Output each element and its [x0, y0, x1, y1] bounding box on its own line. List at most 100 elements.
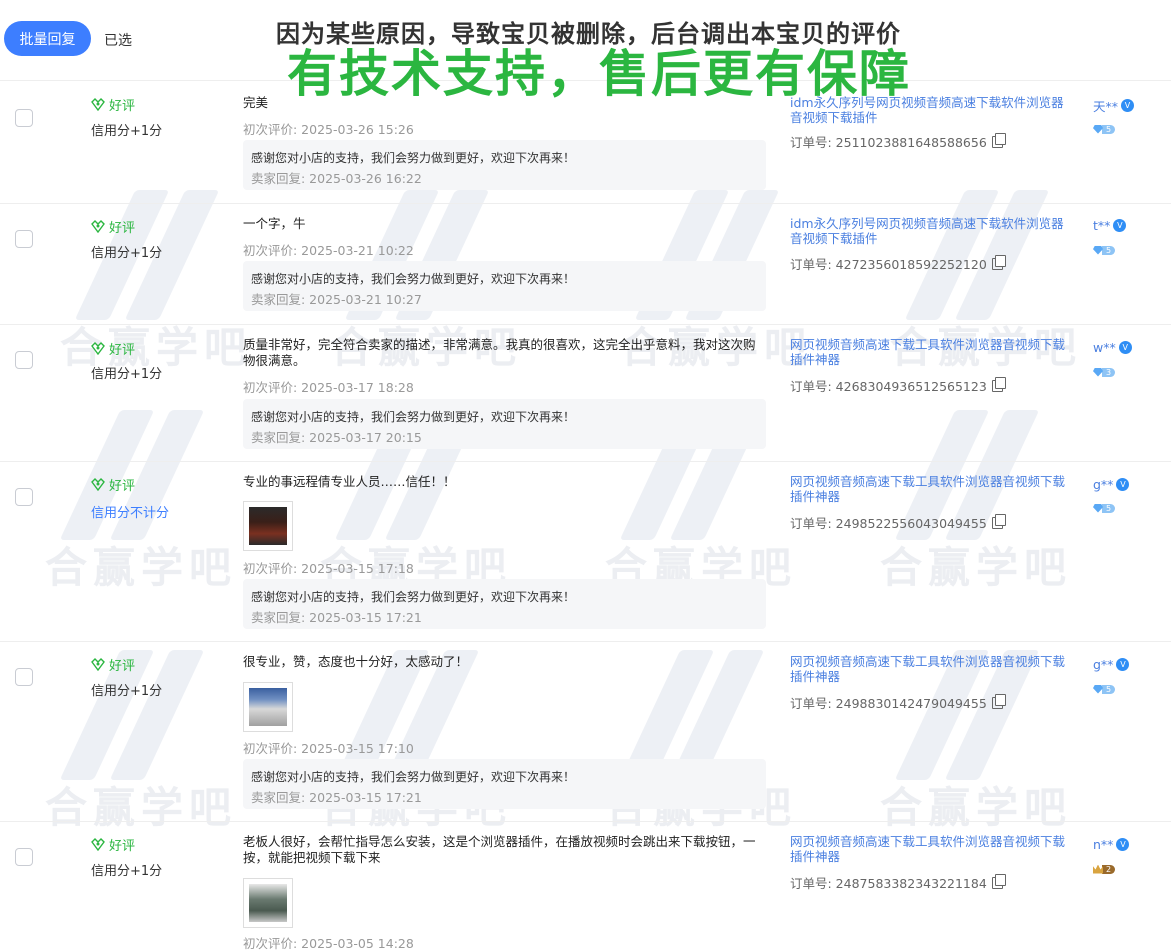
buyer-name[interactable]: 天** V: [1093, 96, 1135, 115]
buyer-level-badge: 5: [1093, 245, 1116, 255]
row-checkbox[interactable]: [15, 488, 33, 506]
buyer-name[interactable]: n** V: [1093, 837, 1130, 852]
product-link[interactable]: idm永久序列号网页视频音频高速下载软件浏览器音视频下载插件: [790, 216, 1072, 246]
order-number: 订单号: 4268304936512565123: [790, 376, 1006, 395]
order-number: 订单号: 2498522556043049455: [790, 513, 1006, 532]
copy-icon[interactable]: [991, 254, 1006, 270]
review-content: 很专业，赞，态度也十分好，太感动了！: [243, 654, 469, 669]
buyer-name-text: g**: [1093, 477, 1114, 492]
reply-time: 卖家回复: 2025-03-26 16:22: [251, 171, 422, 186]
vip-icon: V: [1121, 99, 1135, 112]
row-checkbox[interactable]: [15, 668, 33, 686]
first-review-time: 初次评价: 2025-03-05 14:28: [243, 936, 414, 951]
good-rating-icon: [91, 220, 105, 233]
good-rating-icon: [91, 658, 105, 671]
credit-score: 信用分+1分: [91, 124, 163, 139]
order-number: 订单号: 2498830142479049455: [790, 693, 1006, 712]
review-row: 好评 信用分+1分 一个字，牛 初次评价: 2025-03-21 10:22 感…: [0, 203, 1171, 325]
buyer-name[interactable]: g** V: [1093, 477, 1130, 492]
first-review-time: 初次评价: 2025-03-21 10:22: [243, 243, 414, 258]
copy-icon[interactable]: [991, 376, 1006, 392]
reply-time: 卖家回复: 2025-03-17 20:15: [251, 430, 422, 445]
product-link[interactable]: 网页视频音频高速下载工具软件浏览器音视频下载插件神器: [790, 337, 1072, 367]
seller-reply: 感谢您对小店的支持，我们会努力做到更好，欢迎下次再来！ 卖家回复: 2025-0…: [243, 579, 766, 629]
vip-icon: V: [1113, 219, 1127, 232]
review-content: 专业的事远程倩专业人员……信任！！: [243, 474, 456, 489]
review-image[interactable]: [243, 682, 293, 732]
review-row: 好评 信用分+1分 很专业，赞，态度也十分好，太感动了！ 初次评价: 2025-…: [0, 641, 1171, 822]
row-checkbox[interactable]: [15, 848, 33, 866]
product-link[interactable]: idm永久序列号网页视频音频高速下载软件浏览器音视频下载插件: [790, 95, 1072, 125]
seller-reply: 感谢您对小店的支持，我们会努力做到更好，欢迎下次再来！ 卖家回复: 2025-0…: [243, 140, 766, 190]
rating-label: 好评: [109, 659, 136, 674]
row-checkbox[interactable]: [15, 109, 33, 127]
buyer-name[interactable]: g** V: [1093, 657, 1130, 672]
review-content: 一个字，牛: [243, 216, 306, 231]
buyer-name-text: w**: [1093, 340, 1116, 355]
seller-reply: 感谢您对小店的支持，我们会努力做到更好，欢迎下次再来！ 卖家回复: 2025-0…: [243, 261, 766, 311]
buyer-name[interactable]: w** V: [1093, 340, 1132, 355]
first-review-time: 初次评价: 2025-03-15 17:10: [243, 741, 414, 756]
review-content: 质量非常好，完全符合卖家的描述，非常满意。我真的很喜欢，这完全出乎意料，我对这次…: [243, 337, 756, 368]
order-number: 订单号: 2511023881648588656: [790, 132, 1006, 151]
toolbar: 批量回复 已选 因为某些原因，导致宝贝被删除，后台调出本宝贝的评价 有技术支持，…: [0, 0, 1171, 103]
reply-text: 感谢您对小店的支持，我们会努力做到更好，欢迎下次再来！: [251, 410, 576, 424]
order-number-text: 订单号: 4272356018592252120: [790, 257, 987, 272]
buyer-level: 5: [1102, 245, 1116, 255]
buyer-level: 2: [1102, 864, 1116, 874]
buyer-level-badge: 5: [1093, 503, 1116, 513]
buyer-level-badge: 5: [1093, 124, 1116, 134]
reply-time: 卖家回复: 2025-03-15 17:21: [251, 610, 422, 625]
review-row: 好评 信用分不计分 专业的事远程倩专业人员……信任！！ 初次评价: 2025-0…: [0, 461, 1171, 642]
row-checkbox[interactable]: [15, 230, 33, 248]
reply-text: 感谢您对小店的支持，我们会努力做到更好，欢迎下次再来！: [251, 770, 576, 784]
rating-badge: 好评: [91, 835, 135, 854]
buyer-name-text: t**: [1093, 218, 1111, 233]
vip-icon: V: [1118, 341, 1132, 354]
first-review-time: 初次评价: 2025-03-26 15:26: [243, 122, 414, 137]
reply-text: 感谢您对小店的支持，我们会努力做到更好，欢迎下次再来！: [251, 272, 576, 286]
product-link[interactable]: 网页视频音频高速下载工具软件浏览器音视频下载插件神器: [790, 834, 1072, 864]
order-number-text: 订单号: 2498522556043049455: [790, 516, 987, 531]
review-row: 好评 信用分+1分 老板人很好，会帮忙指导怎么安装，这是个浏览器插件，在播放视频…: [0, 821, 1171, 951]
credit-score: 信用分不计分: [91, 506, 170, 521]
row-checkbox[interactable]: [15, 351, 33, 369]
credit-score: 信用分+1分: [91, 684, 163, 699]
good-rating-icon: [91, 838, 105, 851]
copy-icon[interactable]: [991, 693, 1006, 709]
batch-reply-button[interactable]: 批量回复: [4, 21, 91, 56]
copy-icon[interactable]: [991, 513, 1006, 529]
buyer-name-text: g**: [1093, 657, 1114, 672]
review-image-content: [249, 507, 287, 545]
rating-label: 好评: [109, 343, 136, 358]
rating-badge: 好评: [91, 475, 135, 494]
review-image[interactable]: [243, 501, 293, 551]
buyer-level-badge: 2: [1093, 864, 1116, 874]
rating-badge: 好评: [91, 217, 135, 236]
buyer-name-text: n**: [1093, 837, 1114, 852]
good-rating-icon: [91, 342, 105, 355]
reply-time: 卖家回复: 2025-03-21 10:27: [251, 292, 422, 307]
buyer-level-badge: 3: [1093, 367, 1116, 377]
copy-icon[interactable]: [991, 132, 1006, 148]
buyer-level: 5: [1102, 684, 1116, 694]
credit-score: 信用分+1分: [91, 367, 163, 382]
order-number-text: 订单号: 4268304936512565123: [790, 379, 987, 394]
reply-text: 感谢您对小店的支持，我们会努力做到更好，欢迎下次再来！: [251, 151, 576, 165]
good-rating-icon: [91, 98, 105, 111]
order-number: 订单号: 2487583382343221184: [790, 873, 1006, 892]
rating-badge: 好评: [91, 655, 135, 674]
rating-badge: 好评: [91, 339, 135, 358]
review-image-content: [249, 884, 287, 922]
product-link[interactable]: 网页视频音频高速下载工具软件浏览器音视频下载插件神器: [790, 654, 1072, 684]
reply-text: 感谢您对小店的支持，我们会努力做到更好，欢迎下次再来！: [251, 590, 576, 604]
order-number-text: 订单号: 2498830142479049455: [790, 696, 987, 711]
product-link[interactable]: 网页视频音频高速下载工具软件浏览器音视频下载插件神器: [790, 474, 1072, 504]
copy-icon[interactable]: [991, 873, 1006, 889]
review-image-content: [249, 688, 287, 726]
vip-icon: V: [1116, 838, 1130, 851]
rating-label: 好评: [109, 839, 136, 854]
buyer-name[interactable]: t** V: [1093, 218, 1127, 233]
review-image[interactable]: [243, 878, 293, 928]
vip-icon: V: [1116, 658, 1130, 671]
